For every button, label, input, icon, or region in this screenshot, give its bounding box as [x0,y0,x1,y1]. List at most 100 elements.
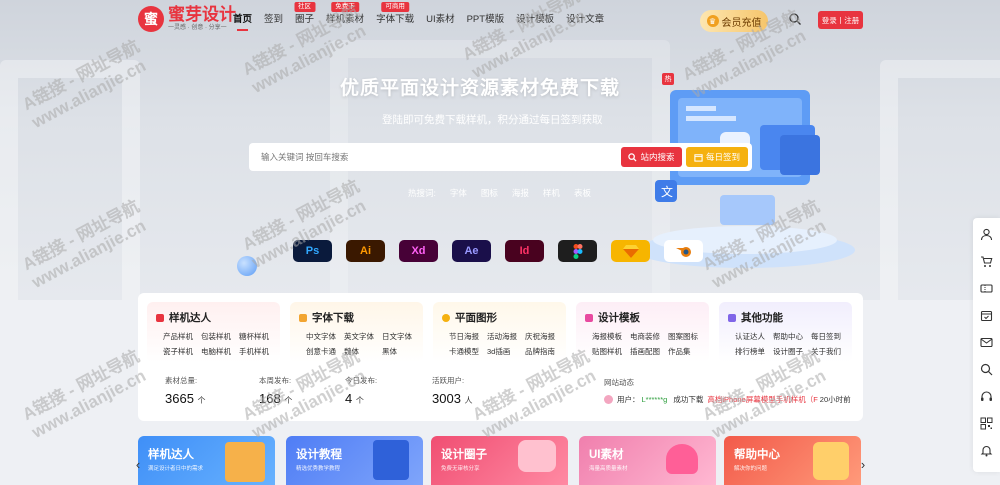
xd-icon[interactable]: Xd [399,240,438,262]
category-link[interactable]: 关于我们 [811,344,849,359]
nav-articles[interactable]: 设计文章 [566,0,604,40]
category-link[interactable]: 糖杯样机 [239,329,277,344]
category-link[interactable]: 每日签到 [811,329,849,344]
photoshop-icon[interactable]: Ps [293,240,332,262]
watermark-line1: A链接 - 网址导航 [19,346,143,425]
nav-fonts[interactable]: 可商用 字体下载 [376,0,414,40]
nav-circle[interactable]: 社区 圈子 [294,0,316,40]
stat-label: 今日发布: [345,376,378,385]
hot-word[interactable]: 样机 [543,187,560,199]
category-graphics: 平面图形 节日海报 活动海报 庆祝海报 卡通模型 3d插画 品牌指南 [433,302,566,362]
category-title[interactable]: 平面图形 [455,310,497,325]
category-title[interactable]: 样机达人 [169,310,211,325]
category-link[interactable]: 节日海报 [449,329,487,344]
category-title[interactable]: 字体下载 [312,310,354,325]
category-link[interactable]: 认证达人 [735,329,773,344]
category-link[interactable]: 魏体 [344,344,382,359]
banner-subtitle: 海量高质量素材 [589,466,628,472]
category-link[interactable]: 包装样机 [201,329,239,344]
banner-help[interactable]: 帮助中心 解决你的问题 [724,436,861,485]
category-link[interactable]: 产品样机 [163,329,201,344]
category-link[interactable]: 创意卡通 [306,344,344,359]
blender-icon[interactable] [664,240,703,262]
banner-illustration [373,440,409,480]
hot-search-label: 热搜词: [408,188,436,198]
chevron-left-icon[interactable]: ‹ [131,455,145,473]
search-icon[interactable] [789,13,801,25]
category-link[interactable]: 瓷子样机 [163,344,201,359]
dynamic-time: 20小时前 [819,395,851,404]
category-link[interactable]: 日文字体 [382,329,420,344]
search-input[interactable] [261,143,601,171]
dynamic-user-prefix: 用户： [617,395,640,404]
after-effects-icon[interactable]: Ae [452,240,491,262]
category-link[interactable]: 3d插画 [487,344,525,359]
login-register-button[interactable]: 登录丨注册 [818,11,863,29]
category-link[interactable]: 手机样机 [239,344,277,359]
nav-templates[interactable]: 设计模板 [516,0,554,40]
hot-word[interactable]: 图标 [481,187,498,199]
hot-word[interactable]: 海报 [512,187,529,199]
calendar-check-icon[interactable] [980,309,993,322]
search-icon [628,152,638,162]
category-link[interactable]: 英文字体 [344,329,382,344]
banner-ui[interactable]: UI素材 海量高质量素材 [579,436,716,485]
indesign-icon[interactable]: Id [505,240,544,262]
qrcode-icon[interactable] [980,417,993,430]
hot-word[interactable]: 表板 [574,187,591,199]
category-link[interactable]: 电脑样机 [201,344,239,359]
category-link[interactable]: 排行榜单 [735,344,773,359]
banner-illustration [813,442,849,480]
floating-ball-decor [237,256,257,276]
category-link[interactable]: 帮助中心 [773,329,811,344]
category-link[interactable]: 图案图标 [668,329,706,344]
daily-sign-button[interactable]: 每日签到 [686,147,748,167]
category-link[interactable]: 庆祝海报 [525,329,563,344]
nav-sign[interactable]: 签到 [264,0,283,40]
category-link[interactable]: 海报模板 [592,329,630,344]
hot-word[interactable]: 字体 [450,187,467,199]
category-link[interactable]: 中文字体 [306,329,344,344]
category-link[interactable]: 作品集 [668,344,706,359]
category-title[interactable]: 设计模板 [598,310,640,325]
nav-mockups[interactable]: 免费下 样机素材 [326,0,364,40]
category-link[interactable]: 活动海报 [487,329,525,344]
category-fonts: 字体下载 中文字体 英文字体 日文字体 创意卡通 魏体 黑体 [290,302,423,362]
category-link[interactable]: 品牌指南 [525,344,563,359]
vip-recharge-button[interactable]: ♛ 会员充值 [700,10,768,32]
stat-value: 3003 [432,391,461,406]
figma-icon[interactable] [558,240,597,262]
nav-ppt[interactable]: PPT模版 [467,0,504,40]
template-icon [585,313,593,322]
sketch-icon[interactable] [611,240,650,262]
category-title[interactable]: 其他功能 [741,310,783,325]
category-link[interactable]: 插画配图 [630,344,668,359]
coupon-icon[interactable] [980,282,993,295]
user-icon[interactable] [980,228,993,241]
nav-home[interactable]: 首页 [233,0,252,40]
illustrator-icon[interactable]: Ai [346,240,385,262]
category-link[interactable]: 贴图样机 [592,344,630,359]
category-link[interactable]: 卡通模型 [449,344,487,359]
decor-arch-left [0,60,140,300]
stat-unit: 个 [355,396,364,405]
cart-icon[interactable] [980,255,993,268]
bell-icon[interactable] [980,444,993,457]
category-link[interactable]: 黑体 [382,344,420,359]
category-link[interactable]: 电商装修 [630,329,668,344]
category-link[interactable]: 设计圈子 [773,344,811,359]
nav-ui[interactable]: UI素材 [426,0,455,40]
watermark-line2: www.alianjie.cn [28,365,149,442]
nav-label: PPT模版 [466,14,505,25]
site-search-button[interactable]: 站内搜索 [621,147,682,167]
banner-mockups[interactable]: 样机达人 满足设计者日中的需求 [138,436,275,485]
banner-title: 设计教程 [296,449,342,461]
search-icon[interactable] [980,363,993,376]
chevron-right-icon[interactable]: › [856,455,870,473]
banner-tutorials[interactable]: 设计教程 精选优秀教学教程 [286,436,423,485]
dynamic-item-link[interactable]: 高档iPhone屏幕模型手机样机（F [707,394,817,405]
brand-logo[interactable]: 蜜 蜜芽设计 一灵感 · 创意 · 分享一 [138,6,236,32]
banner-circle[interactable]: 设计圈子 免费无审核分享 [431,436,568,485]
mail-icon[interactable] [980,336,993,349]
headset-icon[interactable] [980,390,993,403]
